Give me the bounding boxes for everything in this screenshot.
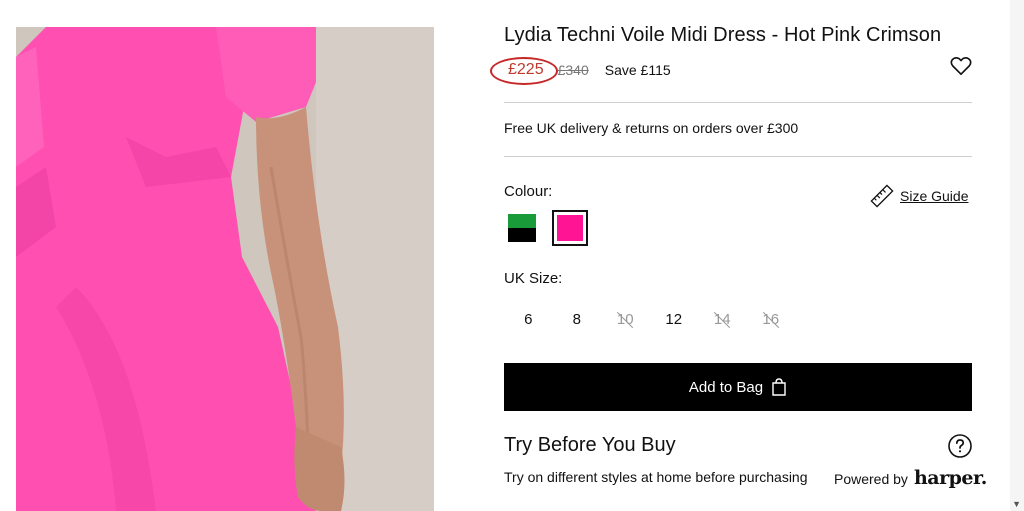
delivery-info: Free UK delivery & returns on orders ove… xyxy=(504,120,799,136)
product-image[interactable] xyxy=(16,27,434,511)
savings-text: Save £115 xyxy=(604,62,671,78)
size-option-16-unavailable[interactable]: 16 xyxy=(747,308,796,332)
size-guide-link[interactable]: Size Guide xyxy=(870,184,968,208)
scroll-down-arrow-icon[interactable]: ▼ xyxy=(1012,499,1021,509)
harper-logo: harper. xyxy=(913,467,987,489)
divider xyxy=(504,156,972,157)
add-to-bag-label: Add to Bag xyxy=(688,378,764,396)
add-to-bag-button[interactable]: Add to Bag xyxy=(504,363,972,411)
powered-by-label: Powered by xyxy=(834,471,908,487)
question-circle-icon[interactable] xyxy=(948,434,972,458)
ruler-icon xyxy=(870,184,894,208)
price-highlight-circle xyxy=(490,57,558,85)
heart-icon xyxy=(950,56,972,75)
size-option-8[interactable]: 8 xyxy=(553,308,602,332)
try-before-you-buy-title: Try Before You Buy xyxy=(504,434,676,456)
divider xyxy=(504,102,972,103)
product-title: Lydia Techni Voile Midi Dress - Hot Pink… xyxy=(504,24,942,46)
size-option-10-unavailable[interactable]: 10 xyxy=(601,308,650,332)
colour-swatch-hot-pink-selected[interactable] xyxy=(552,210,588,246)
colour-swatch-green-black[interactable] xyxy=(504,210,540,246)
wishlist-button[interactable] xyxy=(950,56,972,76)
shopping-bag-icon xyxy=(771,378,787,396)
size-label: UK Size: xyxy=(504,270,563,287)
size-guide-label: Size Guide xyxy=(900,188,969,204)
size-selector: 6 8 10 12 14 16 xyxy=(504,308,795,332)
product-photo xyxy=(16,27,434,511)
page-scrollbar[interactable]: ▼ xyxy=(1010,0,1024,511)
colour-label: Colour: xyxy=(504,183,553,200)
original-price: £340 xyxy=(557,62,589,78)
try-before-you-buy-subtitle: Try on different styles at home before p… xyxy=(504,469,808,485)
size-option-6[interactable]: 6 xyxy=(504,308,553,332)
price-row: £225 £340 Save £115 xyxy=(490,57,671,85)
size-option-12[interactable]: 12 xyxy=(650,308,699,332)
powered-by: Powered by harper. xyxy=(834,467,987,489)
current-price: £225 xyxy=(490,57,558,85)
product-info-panel: Lydia Techni Voile Midi Dress - Hot Pink… xyxy=(490,0,987,511)
size-option-14-unavailable[interactable]: 14 xyxy=(698,308,747,332)
